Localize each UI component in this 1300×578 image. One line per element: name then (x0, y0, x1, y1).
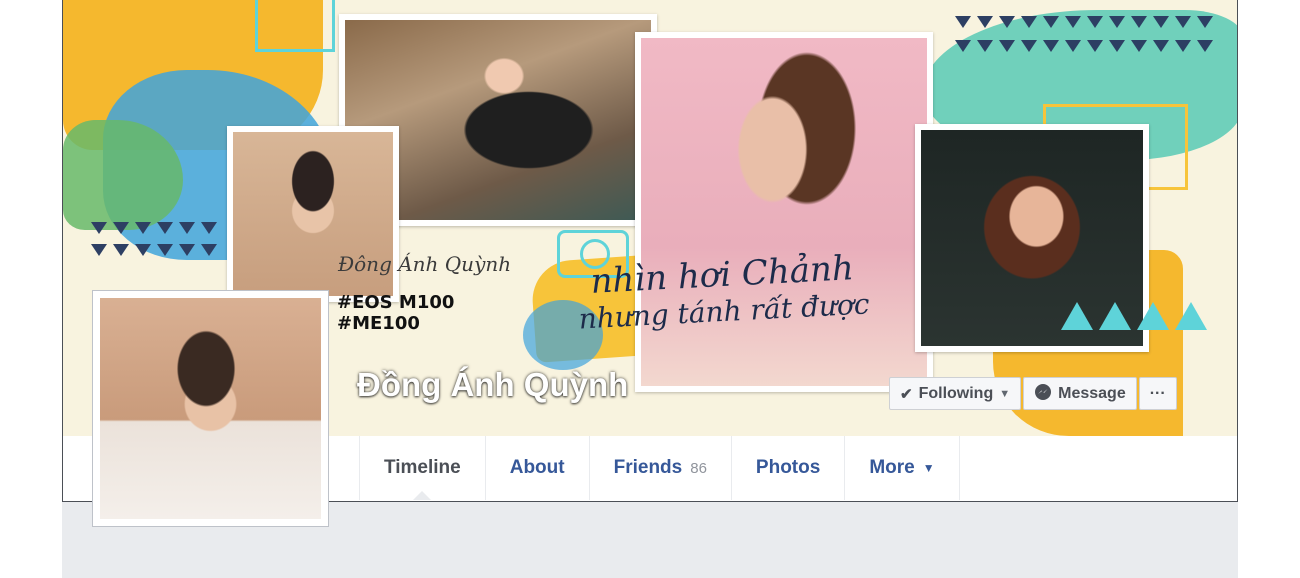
page-margin-right (1238, 0, 1300, 578)
tab-photos[interactable]: Photos (730, 436, 844, 500)
tab-about[interactable]: About (484, 436, 589, 500)
photo-content (641, 38, 927, 386)
message-button[interactable]: Message (1023, 377, 1137, 410)
triangle-pattern-left-1 (91, 222, 217, 234)
brand-signature: Đông Ánh Quỳnh (338, 252, 512, 276)
triangle-pattern-teal (1061, 302, 1207, 330)
tab-label: Photos (755, 457, 821, 478)
more-dots-icon: ··· (1149, 384, 1166, 402)
tab-more[interactable]: More ▼ (844, 436, 960, 500)
profile-picture[interactable] (92, 290, 329, 527)
friends-count: 86 (690, 459, 707, 477)
tab-label: Friends (613, 457, 683, 478)
triangle-pattern-top-right-2 (955, 40, 1213, 52)
profile-nav-tabs: Timeline About Friends 86 Photos More ▼ (359, 436, 960, 500)
hashtag: #ME100 (337, 313, 420, 334)
checkmark-icon: ✔ (900, 385, 913, 403)
chevron-down-icon: ▼ (999, 387, 1011, 400)
caret-down-icon: ▼ (922, 461, 935, 475)
cover-photo-center (635, 32, 933, 392)
profile-page: Đông Ánh Quỳnh #EOS M100 #ME100 nhìn hơi… (0, 0, 1300, 578)
tab-label: Timeline (384, 457, 461, 478)
profile-name[interactable]: Đồng Ánh Quỳnh (357, 366, 628, 404)
hashtag: #EOS M100 (337, 292, 455, 313)
more-options-button[interactable]: ··· (1138, 377, 1177, 410)
page-margin-left (0, 0, 62, 578)
tab-friends[interactable]: Friends 86 (588, 436, 731, 500)
hashtags: #EOS M100 #ME100 (337, 292, 454, 334)
outline-frame-teal (255, 0, 335, 52)
profile-actions: ✔ Following ▼ Message ··· (889, 377, 1177, 410)
tab-label: More (869, 457, 915, 478)
tab-timeline[interactable]: Timeline (359, 436, 485, 500)
following-button[interactable]: ✔ Following ▼ (889, 377, 1022, 410)
triangle-pattern-left-2 (91, 244, 217, 256)
message-label: Message (1058, 384, 1126, 402)
messenger-icon (1034, 383, 1052, 405)
avatar (100, 298, 321, 519)
triangle-pattern-top-right-1 (955, 16, 1213, 28)
tab-label: About (509, 457, 565, 478)
following-label: Following (918, 384, 994, 402)
